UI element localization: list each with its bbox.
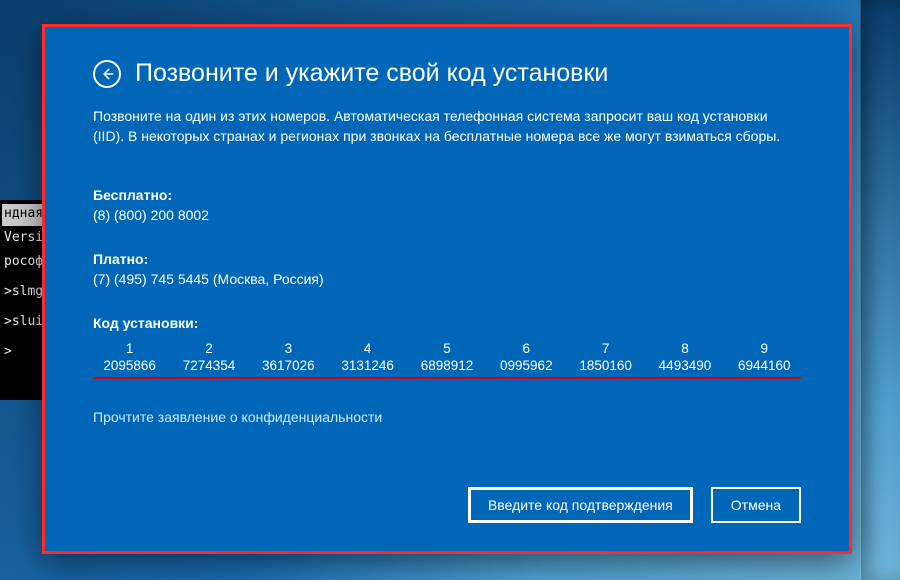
iid-block: 0995962: [490, 358, 563, 373]
iid-block: 3131246: [331, 358, 404, 373]
toll-label: Платно:: [93, 251, 801, 267]
privacy-statement-link[interactable]: Прочтите заявление о конфиденциальности: [93, 409, 801, 425]
iid-index: 3: [252, 341, 325, 356]
enter-confirmation-code-button[interactable]: Введите код подтверждения: [468, 487, 693, 523]
iid-block: 1850160: [569, 358, 642, 373]
cancel-button[interactable]: Отмена: [711, 487, 801, 523]
iid-block: 2095866: [93, 358, 166, 373]
iid-index: 1: [93, 341, 166, 356]
toll-free-number: (8) (800) 200 8002: [93, 207, 801, 223]
iid-index: 6: [490, 341, 563, 356]
iid-index: 2: [172, 341, 245, 356]
arrow-left-icon: [100, 67, 114, 81]
iid-underline: [93, 377, 801, 379]
desktop-right-edge: [860, 0, 900, 580]
iid-index: 9: [728, 341, 801, 356]
iid-index: 5: [410, 341, 483, 356]
iid-block: 4493490: [648, 358, 721, 373]
iid-index-row: 1 2 3 4 5 6 7 8 9: [93, 341, 801, 356]
installation-id-label: Код установки:: [93, 315, 801, 331]
iid-index: 7: [569, 341, 642, 356]
toll-number: (7) (495) 745 5445 (Москва, Россия): [93, 271, 801, 287]
activation-dialog: Позвоните и укажите свой код установки П…: [42, 24, 852, 554]
iid-value-row: 2095866 7274354 3617026 3131246 6898912 …: [93, 358, 801, 373]
iid-block: 7274354: [172, 358, 245, 373]
iid-index: 8: [648, 341, 721, 356]
iid-block: 6944160: [728, 358, 801, 373]
back-button[interactable]: [93, 60, 121, 88]
toll-free-label: Бесплатно:: [93, 187, 801, 203]
dialog-title: Позвоните и укажите свой код установки: [135, 59, 608, 88]
iid-index: 4: [331, 341, 404, 356]
iid-block: 6898912: [410, 358, 483, 373]
iid-block: 3617026: [252, 358, 325, 373]
dialog-description: Позвоните на один из этих номеров. Автом…: [93, 106, 793, 147]
